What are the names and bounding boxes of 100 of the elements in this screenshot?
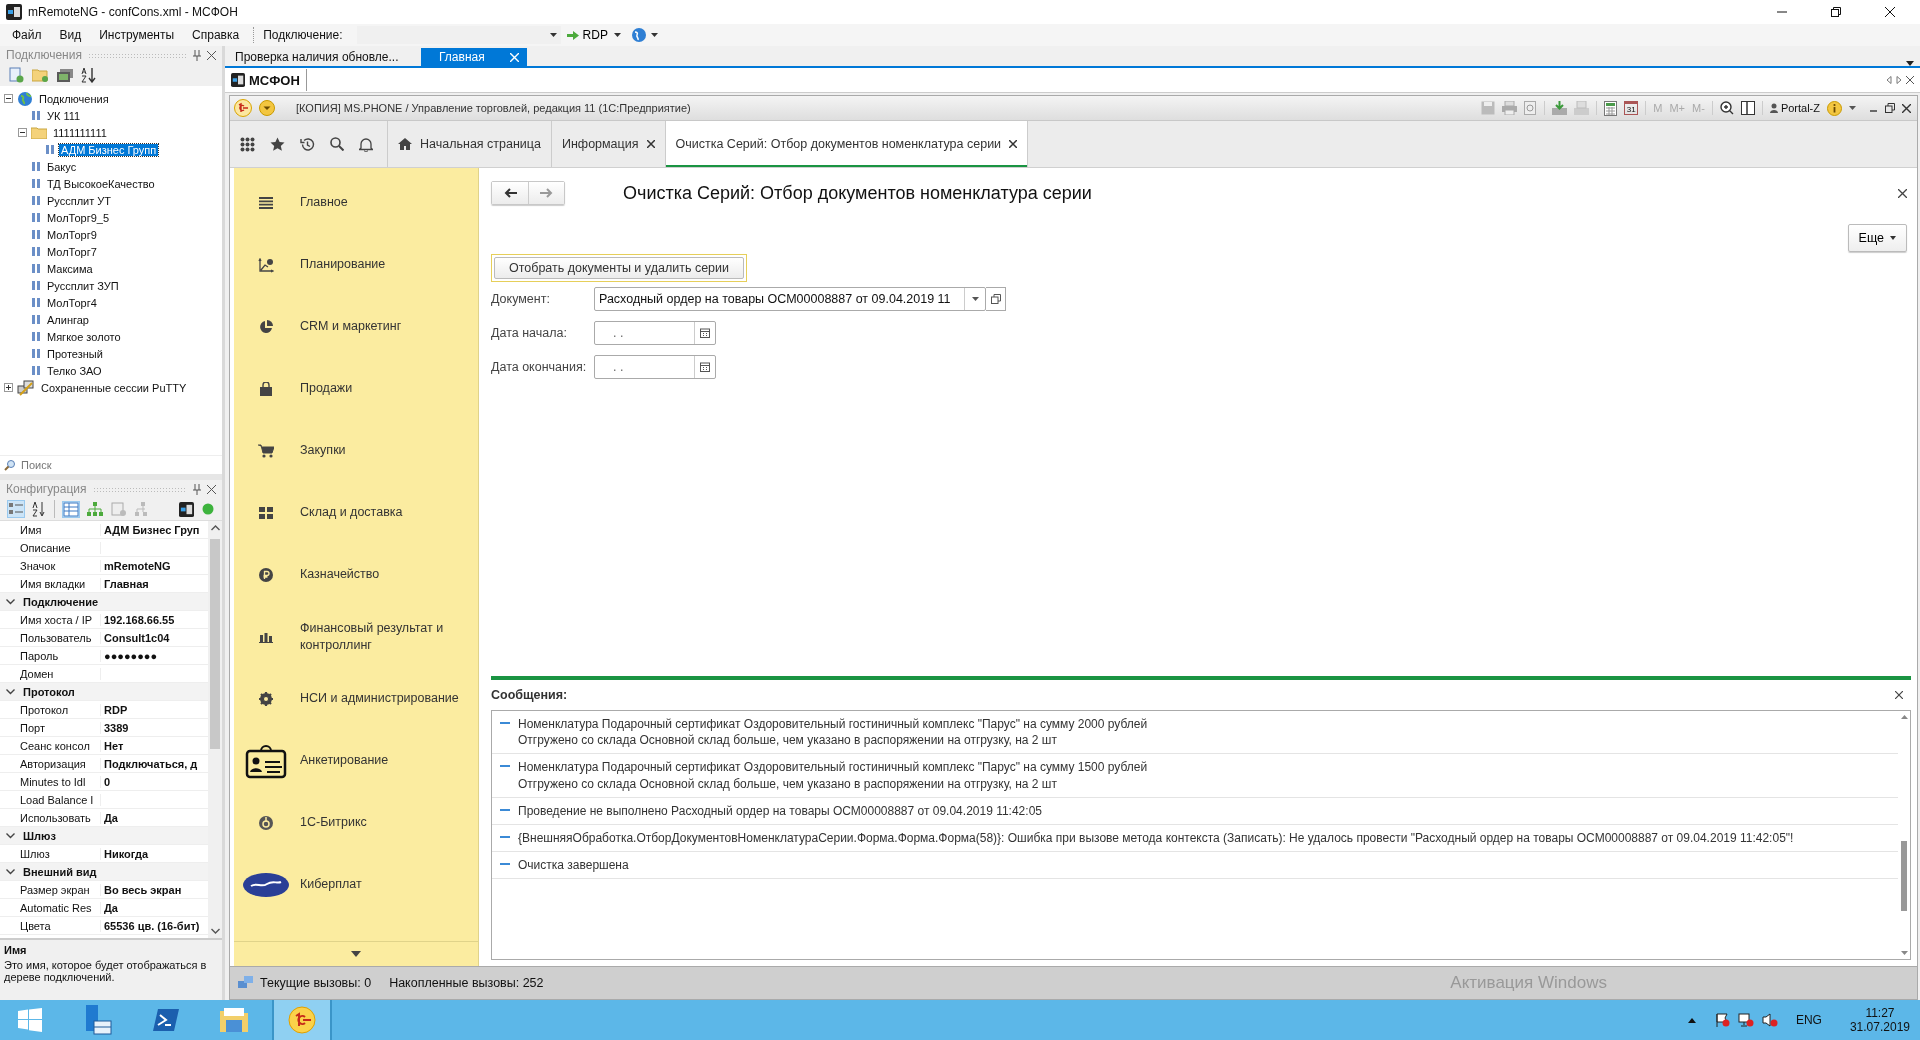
property-value[interactable]: RDP xyxy=(104,703,128,716)
scrollbar[interactable] xyxy=(208,521,222,938)
tree-item[interactable]: МолТорг9_5 xyxy=(45,211,112,224)
date-field[interactable]: . . xyxy=(594,321,716,345)
property-value[interactable]: mRemoteNG xyxy=(104,559,171,572)
flag-icon[interactable] xyxy=(1715,1013,1730,1027)
caret-icon[interactable] xyxy=(971,297,979,301)
section-link[interactable]: 1С-Битрикс xyxy=(300,814,460,832)
scroll-down-icon[interactable] xyxy=(351,951,361,957)
panels-icon[interactable] xyxy=(1740,101,1755,115)
action-button[interactable]: Отобрать документы и удалить серии xyxy=(494,257,744,279)
sort-icon[interactable] xyxy=(81,67,97,83)
scroll-down-icon[interactable] xyxy=(210,928,220,934)
tree-item[interactable]: 1111111111 xyxy=(51,126,109,139)
property-value[interactable]: Да xyxy=(104,901,118,914)
tree-item[interactable]: Протезный xyxy=(45,347,105,360)
close-icon[interactable] xyxy=(1898,188,1907,198)
scroll-up-icon[interactable] xyxy=(1900,715,1908,719)
close-icon[interactable] xyxy=(207,484,216,494)
menu-item[interactable]: Справка xyxy=(188,28,250,42)
scroll-down-icon[interactable] xyxy=(1900,951,1908,955)
import-icon[interactable] xyxy=(1552,101,1568,115)
taskbar-button[interactable] xyxy=(272,1000,332,1040)
back-button[interactable] xyxy=(492,182,528,204)
more-button[interactable]: Еще xyxy=(1847,224,1907,252)
menu-item[interactable]: Файл xyxy=(8,28,52,42)
bell-icon[interactable] xyxy=(359,136,373,152)
tree-item[interactable]: Руссплит УТ xyxy=(45,194,114,207)
tree-item[interactable]: Максима xyxy=(45,262,95,275)
scroll-up-icon[interactable] xyxy=(210,525,220,531)
new-folder-icon[interactable] xyxy=(32,68,49,82)
property-value[interactable]: Нет xyxy=(104,739,124,752)
scroll-left-icon[interactable] xyxy=(1886,76,1892,84)
tree-item[interactable]: ТД ВысокоеКачество xyxy=(45,177,157,190)
caret-icon[interactable] xyxy=(1849,106,1856,110)
close-icon[interactable] xyxy=(207,50,216,60)
section-link[interactable]: Закупки xyxy=(300,442,460,460)
section-link[interactable]: Планирование xyxy=(300,256,460,274)
globe-icon[interactable] xyxy=(630,27,647,43)
chevron-icon[interactable] xyxy=(6,832,15,839)
expand-icon[interactable] xyxy=(4,383,13,392)
collapse-icon[interactable] xyxy=(18,128,27,137)
property-value[interactable]: 65536 цв. (16-бит) xyxy=(104,919,200,932)
date-field[interactable]: . . xyxy=(594,355,716,379)
close-icon[interactable] xyxy=(646,140,655,148)
section-link[interactable]: НСИ и администрирование xyxy=(300,690,460,708)
calendar-icon[interactable] xyxy=(700,362,710,372)
section-link[interactable]: Склад и доставка xyxy=(300,504,460,522)
new-connection-icon[interactable] xyxy=(8,67,24,83)
document-tab[interactable]: Главная xyxy=(421,48,527,66)
property-value[interactable]: 0 xyxy=(104,775,111,788)
document-tab[interactable]: Проверка наличия обновле... xyxy=(229,48,421,66)
property-value[interactable]: Да xyxy=(104,811,118,824)
page-tab[interactable]: Информация xyxy=(551,121,666,167)
property-value[interactable]: 192.168.66.55 xyxy=(104,613,175,626)
caret-icon[interactable] xyxy=(650,33,658,37)
speaker-icon[interactable] xyxy=(1761,1013,1778,1027)
user-button[interactable]: Portal-Z xyxy=(1769,102,1820,114)
section-link[interactable]: Анкетирование xyxy=(300,752,460,770)
chevron-icon[interactable] xyxy=(6,868,15,875)
close-icon[interactable] xyxy=(1895,691,1903,699)
calculator-icon[interactable] xyxy=(1604,100,1618,116)
menu-item[interactable]: Инструменты xyxy=(95,28,185,42)
chevron-icon[interactable] xyxy=(6,598,15,605)
property-value[interactable]: 3389 xyxy=(104,721,129,734)
rdp-button[interactable]: RDP xyxy=(564,28,610,42)
zoom-in-icon[interactable] xyxy=(1719,101,1734,115)
collapse-icon[interactable] xyxy=(4,94,13,103)
tree-item[interactable]: Руссплит ЗУП xyxy=(45,279,121,292)
tree-item[interactable]: МолТорг9 xyxy=(45,228,99,241)
property-value[interactable]: АДМ Бизнес Груп xyxy=(104,523,200,536)
section-link[interactable]: Продажи xyxy=(300,380,460,398)
categorized-icon[interactable] xyxy=(8,501,24,517)
session-tab[interactable]: МСФОН xyxy=(225,69,307,91)
tree-item[interactable]: Бакус xyxy=(45,160,79,173)
apps-grid-icon[interactable] xyxy=(240,136,255,152)
clock[interactable]: 11:27 31.07.2019 xyxy=(1849,1006,1910,1034)
property-value[interactable]: Consult1c04 xyxy=(104,631,170,644)
close-icon[interactable] xyxy=(1902,103,1911,113)
pin-icon[interactable] xyxy=(193,49,201,61)
chevron-icon[interactable] xyxy=(6,688,15,695)
page-tab[interactable]: Очистка Серий: Отбор документов номенклатура серии xyxy=(665,121,1029,167)
close-icon[interactable] xyxy=(1906,76,1914,84)
page-tab[interactable]: Начальная страница xyxy=(388,121,552,167)
tree-item[interactable]: АДМ Бизнес Групп xyxy=(59,143,159,156)
calendar-icon[interactable] xyxy=(700,328,710,338)
table-icon[interactable] xyxy=(63,501,79,517)
property-value[interactable]: Подключаться, д xyxy=(104,757,198,770)
hierarchy-icon[interactable] xyxy=(87,502,103,516)
tree-item[interactable]: Сохраненные сессии PuTTY xyxy=(39,381,189,394)
document-field[interactable]: Расходный ордер на товары ОСМ00008887 от 09.04.2019 11 xyxy=(594,287,986,311)
caret-icon[interactable] xyxy=(613,33,621,37)
chevron-up-icon[interactable] xyxy=(1687,1017,1696,1023)
tree-item[interactable]: Алингар xyxy=(45,313,91,326)
property-value[interactable]: ●●●●●●●● xyxy=(104,649,158,662)
search-field[interactable]: Поиск xyxy=(19,458,203,472)
sort-icon[interactable] xyxy=(32,501,46,517)
pin-icon[interactable] xyxy=(193,483,201,495)
search-icon[interactable] xyxy=(330,137,344,151)
caret-icon[interactable] xyxy=(1906,61,1914,66)
